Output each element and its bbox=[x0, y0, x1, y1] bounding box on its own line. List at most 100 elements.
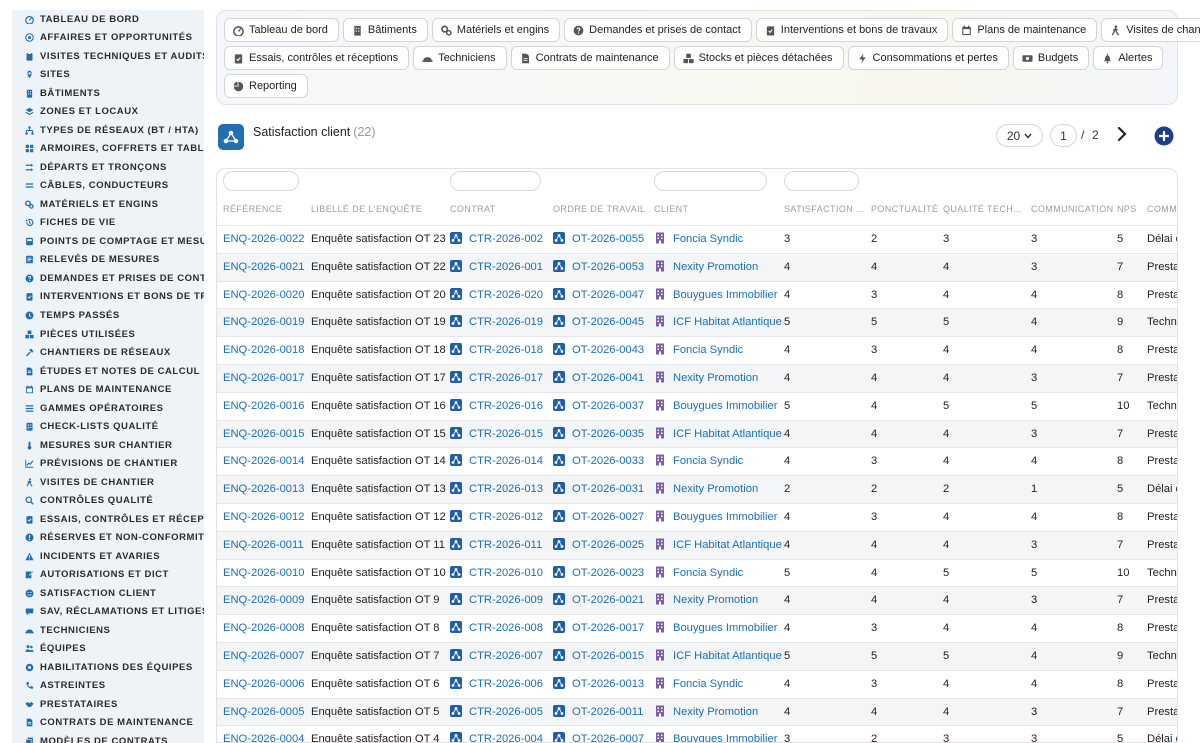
sidebar-item[interactable]: PIÈCES UTILISÉES bbox=[12, 325, 204, 344]
cell-ref[interactable]: ENQ-2026-0007 bbox=[223, 643, 309, 670]
cell-contract[interactable]: CTR-2026-001 bbox=[450, 254, 550, 281]
cell-client[interactable]: Bouygues Immobilier bbox=[654, 393, 782, 420]
sidebar-item[interactable]: SAV, RÉCLAMATIONS ET LITIGES bbox=[12, 603, 204, 622]
sidebar-item[interactable]: PLANS DE MAINTENANCE bbox=[12, 380, 204, 399]
sidebar-item[interactable]: ARMOIRES, COFFRETS ET TABLEAUX bbox=[12, 140, 204, 159]
sidebar-item[interactable]: ZONES ET LOCAUX bbox=[12, 103, 204, 122]
cell-client[interactable]: Foncia Syndic bbox=[654, 226, 782, 253]
column-filter-input[interactable] bbox=[450, 171, 541, 191]
cell-contract[interactable]: CTR-2026-018 bbox=[450, 337, 550, 364]
cell-ref[interactable]: ENQ-2026-0016 bbox=[223, 393, 309, 420]
cell-client[interactable]: Nexity Promotion bbox=[654, 476, 782, 503]
cell-contract[interactable]: CTR-2026-020 bbox=[450, 282, 550, 309]
sidebar-item[interactable]: POINTS DE COMPTAGE ET MESURE bbox=[12, 232, 204, 251]
cell-client[interactable]: Nexity Promotion bbox=[654, 699, 782, 726]
cell-ot[interactable]: OT-2026-0047 bbox=[553, 282, 653, 309]
module-tab[interactable]: Matériels et engins bbox=[431, 18, 561, 42]
cell-client[interactable]: Foncia Syndic bbox=[654, 560, 782, 587]
cell-ref[interactable]: ENQ-2026-0018 bbox=[223, 337, 309, 364]
sidebar-item[interactable]: GAMMES OPÉRATOIRES bbox=[12, 399, 204, 418]
cell-ot[interactable]: OT-2026-0017 bbox=[553, 615, 653, 642]
sidebar-item[interactable]: ASTREINTES bbox=[12, 677, 204, 696]
cell-contract[interactable]: CTR-2026-016 bbox=[450, 393, 550, 420]
sidebar-item[interactable]: ESSAIS, CONTRÔLES ET RÉCEPTIONS bbox=[12, 510, 204, 529]
sidebar-item[interactable]: MATÉRIELS ET ENGINS bbox=[12, 195, 204, 214]
column-filter-input[interactable] bbox=[223, 171, 299, 191]
cell-ot[interactable]: OT-2026-0031 bbox=[553, 476, 653, 503]
cell-contract[interactable]: CTR-2026-005 bbox=[450, 699, 550, 726]
cell-contract[interactable]: CTR-2026-015 bbox=[450, 421, 550, 448]
cell-ref[interactable]: ENQ-2026-0017 bbox=[223, 365, 309, 392]
cell-client[interactable]: Nexity Promotion bbox=[654, 254, 782, 281]
cell-client[interactable]: Bouygues Immobilier bbox=[654, 615, 782, 642]
column-header[interactable]: LIBELLÉ DE L'ENQUÊTE bbox=[311, 204, 447, 214]
cell-ot[interactable]: OT-2026-0025 bbox=[553, 532, 653, 559]
table-row[interactable]: ENQ-2026-0005 Enquête satisfaction OT 5 CT… bbox=[217, 697, 1177, 726]
sidebar-item[interactable]: TECHNICIENS bbox=[12, 621, 204, 640]
table-row[interactable]: ENQ-2026-0017 Enquête satisfaction OT 17 C… bbox=[217, 364, 1177, 392]
page-size-select[interactable]: 20 bbox=[996, 124, 1043, 147]
module-tab[interactable]: Stocks et pièces détachées bbox=[673, 46, 844, 70]
sidebar-item[interactable]: ÉTUDES ET NOTES DE CALCUL bbox=[12, 362, 204, 381]
sidebar-item[interactable]: SITES bbox=[12, 66, 204, 85]
module-tab[interactable]: Techniciens bbox=[413, 46, 507, 70]
column-header[interactable]: CLIENT bbox=[654, 204, 782, 214]
table-row[interactable]: ENQ-2026-0008 Enquête satisfaction OT 8 CT… bbox=[217, 614, 1177, 642]
cell-ref[interactable]: ENQ-2026-0015 bbox=[223, 421, 309, 448]
table-row[interactable]: ENQ-2026-0007 Enquête satisfaction OT 7 CT… bbox=[217, 642, 1177, 670]
sidebar-item[interactable]: CONTRÔLES QUALITÉ bbox=[12, 491, 204, 510]
sidebar-item[interactable]: DEMANDES ET PRISES DE CONTACT bbox=[12, 269, 204, 288]
cell-client[interactable]: Bouygues Immobilier bbox=[654, 504, 782, 531]
module-tab[interactable]: Tableau de bord bbox=[224, 18, 339, 42]
column-header[interactable]: COMMUNICATION bbox=[1031, 204, 1115, 214]
cell-ref[interactable]: ENQ-2026-0006 bbox=[223, 671, 309, 698]
sidebar-item[interactable]: HABILITATIONS DES ÉQUIPES bbox=[12, 658, 204, 677]
cell-contract[interactable]: CTR-2026-010 bbox=[450, 560, 550, 587]
cell-contract[interactable]: CTR-2026-006 bbox=[450, 671, 550, 698]
sidebar-item[interactable]: VISITES DE CHANTIER bbox=[12, 473, 204, 492]
cell-ref[interactable]: ENQ-2026-0014 bbox=[223, 448, 309, 475]
cell-ot[interactable]: OT-2026-0037 bbox=[553, 393, 653, 420]
cell-contract[interactable]: CTR-2026-011 bbox=[450, 532, 550, 559]
cell-ref[interactable]: ENQ-2026-0013 bbox=[223, 476, 309, 503]
sidebar-item[interactable]: PRESTATAIRES bbox=[12, 695, 204, 714]
sidebar-item[interactable]: MODÈLES DE CONTRATS bbox=[12, 732, 204, 743]
cell-client[interactable]: Nexity Promotion bbox=[654, 365, 782, 392]
sidebar-item[interactable]: INTERVENTIONS ET BONS DE TRAVAUX bbox=[12, 288, 204, 307]
module-tab[interactable]: Bâtiments bbox=[342, 18, 428, 42]
cell-ref[interactable]: ENQ-2026-0011 bbox=[223, 532, 309, 559]
column-header[interactable]: NPS bbox=[1117, 204, 1145, 214]
cell-contract[interactable]: CTR-2026-017 bbox=[450, 365, 550, 392]
sidebar-item[interactable]: CÂBLES, CONDUCTEURS bbox=[12, 177, 204, 196]
cell-contract[interactable]: CTR-2026-013 bbox=[450, 476, 550, 503]
cell-contract[interactable]: CTR-2026-004 bbox=[450, 726, 550, 742]
column-filter-input[interactable] bbox=[654, 171, 767, 191]
table-row[interactable]: ENQ-2026-0018 Enquête satisfaction OT 18 C… bbox=[217, 336, 1177, 364]
sidebar-item[interactable]: ÉQUIPES bbox=[12, 640, 204, 659]
column-header[interactable]: RÉFÉRENCE bbox=[223, 204, 309, 214]
cell-contract[interactable]: CTR-2026-014 bbox=[450, 448, 550, 475]
sidebar-item[interactable]: SATISFACTION CLIENT bbox=[12, 584, 204, 603]
sidebar-item[interactable]: PRÉVISIONS DE CHANTIER bbox=[12, 454, 204, 473]
cell-ref[interactable]: ENQ-2026-0004 bbox=[223, 726, 309, 742]
cell-ot[interactable]: OT-2026-0041 bbox=[553, 365, 653, 392]
cell-ref[interactable]: ENQ-2026-0008 bbox=[223, 615, 309, 642]
table-row[interactable]: ENQ-2026-0014 Enquête satisfaction OT 14 C… bbox=[217, 447, 1177, 475]
table-row[interactable]: ENQ-2026-0010 Enquête satisfaction OT 10 C… bbox=[217, 558, 1177, 587]
sidebar-item[interactable]: TABLEAU DE BORD bbox=[12, 10, 204, 29]
sidebar-item[interactable]: CHANTIERS DE RÉSEAUX bbox=[12, 343, 204, 362]
sidebar-item[interactable]: RÉSERVES ET NON-CONFORMITÉS bbox=[12, 528, 204, 547]
cell-client[interactable]: Nexity Promotion bbox=[654, 587, 782, 614]
sidebar-item[interactable]: DÉPARTS ET TRONÇONS bbox=[12, 158, 204, 177]
cell-ot[interactable]: OT-2026-0045 bbox=[553, 309, 653, 336]
table-row[interactable]: ENQ-2026-0020 Enquête satisfaction OT 20 C… bbox=[217, 280, 1177, 309]
cell-ot[interactable]: OT-2026-0021 bbox=[553, 587, 653, 614]
cell-contract[interactable]: CTR-2026-019 bbox=[450, 309, 550, 336]
cell-client[interactable]: ICF Habitat Atlantique bbox=[654, 532, 782, 559]
column-header[interactable]: COMMENTAIRE bbox=[1147, 204, 1177, 214]
cell-ot[interactable]: OT-2026-0007 bbox=[553, 726, 653, 742]
cell-ref[interactable]: ENQ-2026-0012 bbox=[223, 504, 309, 531]
module-tab[interactable]: Contrats de maintenance bbox=[510, 46, 670, 70]
table-row[interactable]: ENQ-2026-0016 Enquête satisfaction OT 16 C… bbox=[217, 391, 1177, 420]
module-tab[interactable]: Demandes et prises de contact bbox=[564, 18, 752, 42]
